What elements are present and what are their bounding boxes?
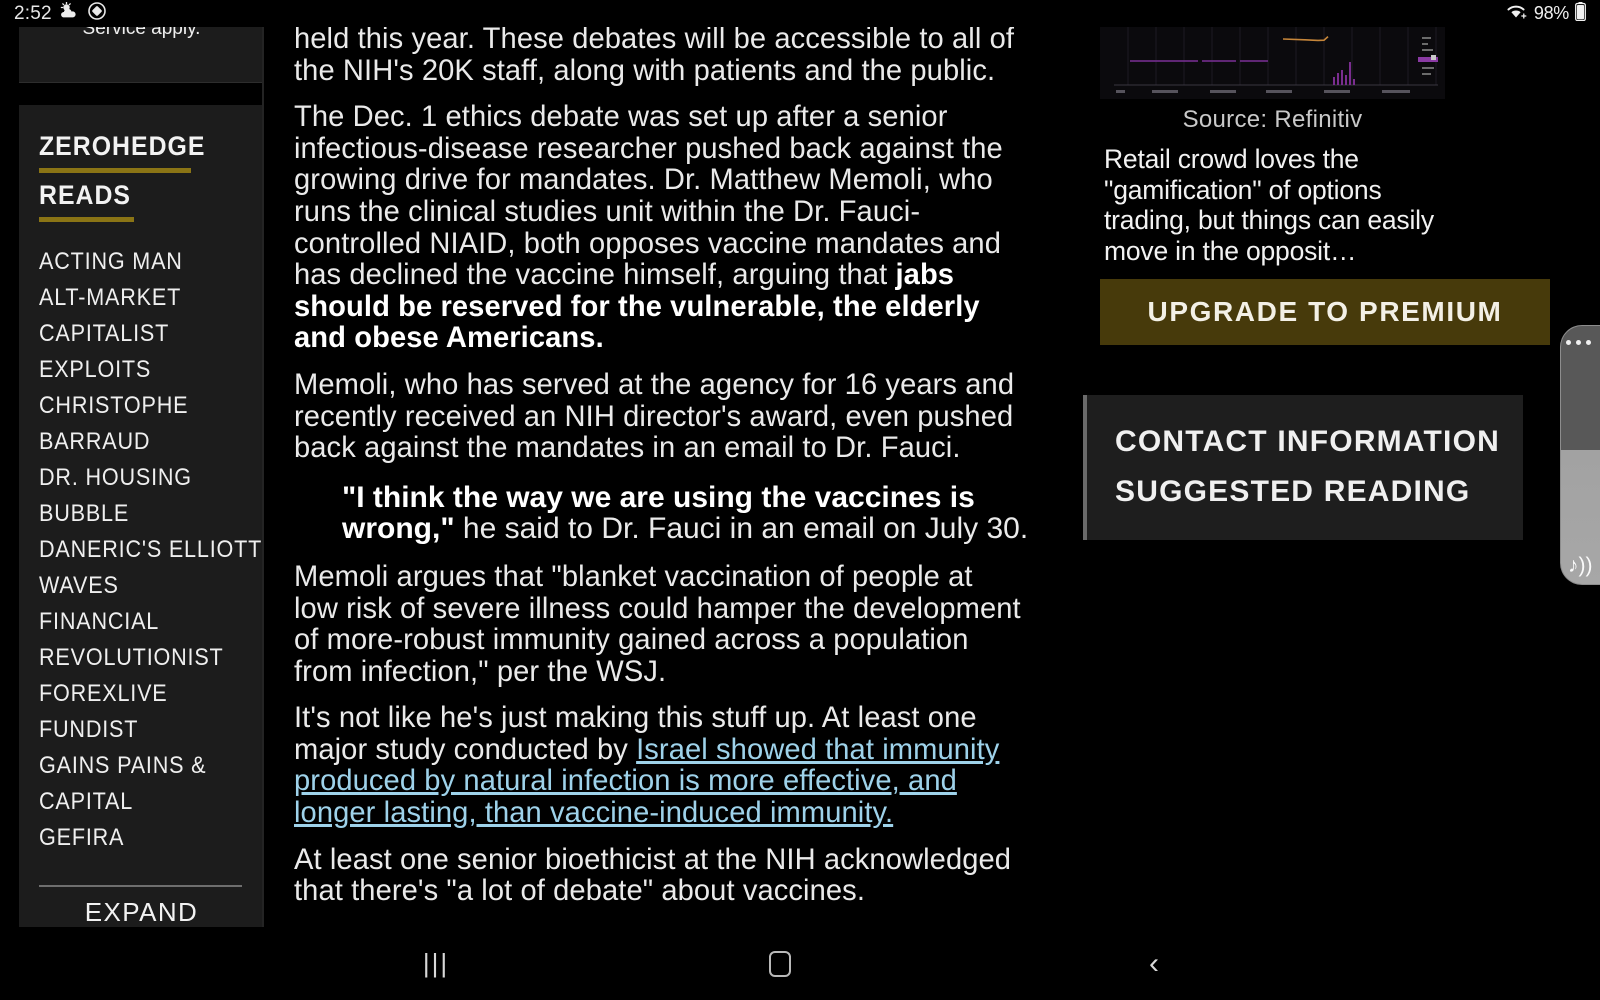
edge-panel-handle[interactable]: ♪)) bbox=[1560, 325, 1600, 585]
sidebar-divider bbox=[262, 27, 264, 927]
refinitiv-chart-image bbox=[1100, 27, 1445, 99]
reads-item-daneric-elliott-1[interactable]: DANERIC'S ELLIOTT bbox=[39, 532, 261, 568]
reads-item-forexlive[interactable]: FOREXLIVE bbox=[39, 676, 242, 712]
upgrade-to-premium-button[interactable]: UPGRADE TO PREMIUM bbox=[1100, 279, 1550, 345]
title-rule-narrow bbox=[39, 217, 134, 222]
zerohedge-reads-card: ZEROHEDGE READS ACTING MAN ALT-MARKET CA… bbox=[19, 105, 264, 927]
reads-item-daneric-elliott-2[interactable]: WAVES bbox=[39, 568, 242, 604]
reads-item-capitalist-exploits-2[interactable]: EXPLOITS bbox=[39, 352, 242, 388]
footer-link-suggested-reading[interactable]: SUGGESTED READING bbox=[1115, 467, 1523, 517]
chart-source-caption: Source: Refinitiv bbox=[1182, 106, 1363, 133]
music-note-icon[interactable]: ♪)) bbox=[1568, 555, 1593, 576]
paragraph-text: held this year. These debates will be ac… bbox=[294, 27, 1015, 87]
paragraph-text: Memoli, who has served at the agency for… bbox=[294, 367, 1015, 465]
back-button[interactable]: ‹ bbox=[1108, 927, 1200, 1000]
reads-item-dr-housing-bubble-1[interactable]: DR. HOUSING bbox=[39, 460, 242, 496]
upgrade-button-label: UPGRADE TO PREMIUM bbox=[1147, 296, 1503, 327]
chart-graphic bbox=[1100, 27, 1445, 99]
footer-links-panel: CONTACT INFORMATION SUGGESTED READING bbox=[1083, 395, 1523, 540]
weather-partly-cloudy-icon bbox=[60, 1, 80, 25]
reads-list-divider bbox=[39, 885, 242, 887]
paragraph-ethics-debate: The Dec. 1 ethics debate was set up afte… bbox=[294, 101, 1023, 354]
paragraph-israel-study: It's not like he's just making this stuf… bbox=[294, 702, 1023, 828]
paragraph-text: At least one senior bioethicist at the N… bbox=[294, 842, 1012, 908]
reads-item-gains-pains-1[interactable]: GAINS PAINS & bbox=[39, 748, 242, 784]
reads-item-financial-rev-2[interactable]: REVOLUTIONIST bbox=[39, 640, 242, 676]
reads-item-christophe-barraud-1[interactable]: CHRISTOPHE bbox=[39, 388, 242, 424]
more-dots-icon[interactable] bbox=[1566, 340, 1591, 345]
reads-item-alt-market[interactable]: ALT-MARKET bbox=[39, 280, 242, 316]
reads-item-gefira[interactable]: GEFIRA bbox=[39, 820, 242, 856]
reads-item-christophe-barraud-2[interactable]: BARRAUD bbox=[39, 424, 242, 460]
paragraph-bioethicist: At least one senior bioethicist at the N… bbox=[294, 842, 1023, 908]
blockquote-vaccines-wrong: "I think the way we are using the vaccin… bbox=[342, 482, 1042, 545]
status-bar: 2:52 98% bbox=[0, 0, 1600, 27]
back-chevron-icon: ‹ bbox=[1149, 946, 1159, 980]
reads-item-capitalist-exploits-1[interactable]: CAPITALIST bbox=[39, 316, 242, 352]
reads-item-dr-housing-bubble-2[interactable]: BUBBLE bbox=[39, 496, 242, 532]
paragraph-blanket-vaccination: Memoli argues that "blanket vaccination … bbox=[294, 561, 1023, 687]
recents-button[interactable]: ||| bbox=[390, 927, 482, 1000]
partial-disclaimer-text: Service apply. bbox=[82, 27, 201, 39]
home-button[interactable] bbox=[734, 927, 826, 1000]
paragraph-memoli-16-years: Memoli, who has served at the agency for… bbox=[294, 369, 1023, 464]
blockquote-attribution: he said to Dr. Fauci in an email on July… bbox=[462, 512, 1029, 546]
right-sidebar: Source: Refinitiv Retail crowd loves the… bbox=[1078, 27, 1600, 927]
reads-link-list: ACTING MAN ALT-MARKET CAPITALIST EXPLOIT… bbox=[39, 244, 264, 856]
reads-item-financial-rev-1[interactable]: FINANCIAL bbox=[39, 604, 242, 640]
paragraph-debates-accessible: held this year. These debates will be ac… bbox=[294, 27, 1023, 86]
partial-disclaimer-card: Service apply. bbox=[19, 27, 264, 83]
left-sidebar: Service apply. ZEROHEDGE READS ACTING MA… bbox=[0, 27, 264, 927]
home-icon bbox=[769, 950, 791, 977]
battery-icon bbox=[1575, 1, 1586, 26]
reads-item-fundist[interactable]: FUNDIST bbox=[39, 712, 242, 748]
wifi-icon bbox=[1506, 3, 1528, 25]
zerohedge-reads-title-line2: READS bbox=[39, 180, 132, 210]
system-navigation-bar: ||| ‹ bbox=[0, 927, 1600, 1000]
status-bar-clock: 2:52 bbox=[14, 3, 52, 24]
footer-link-contact-information[interactable]: CONTACT INFORMATION bbox=[1115, 417, 1523, 467]
reads-item-gains-pains-2[interactable]: CAPITAL bbox=[39, 784, 242, 820]
expand-button[interactable]: EXPAND bbox=[19, 897, 264, 927]
zerohedge-reads-title-line1: ZEROHEDGE bbox=[39, 131, 206, 161]
battery-percent-label: 98% bbox=[1533, 3, 1569, 23]
premium-teaser-text: Retail crowd loves the "gamification" of… bbox=[1104, 144, 1434, 266]
article-body: held this year. These debates will be ac… bbox=[266, 27, 1078, 927]
reads-item-acting-man[interactable]: ACTING MAN bbox=[39, 244, 242, 280]
paragraph-text: Memoli argues that "blanket vaccination … bbox=[294, 559, 1021, 688]
status-bar-left: 2:52 bbox=[0, 1, 106, 25]
status-bar-right: 98% bbox=[1506, 1, 1600, 26]
recents-icon: ||| bbox=[422, 948, 450, 978]
title-rule-wide bbox=[39, 168, 191, 173]
screen-rotation-icon bbox=[87, 2, 106, 25]
